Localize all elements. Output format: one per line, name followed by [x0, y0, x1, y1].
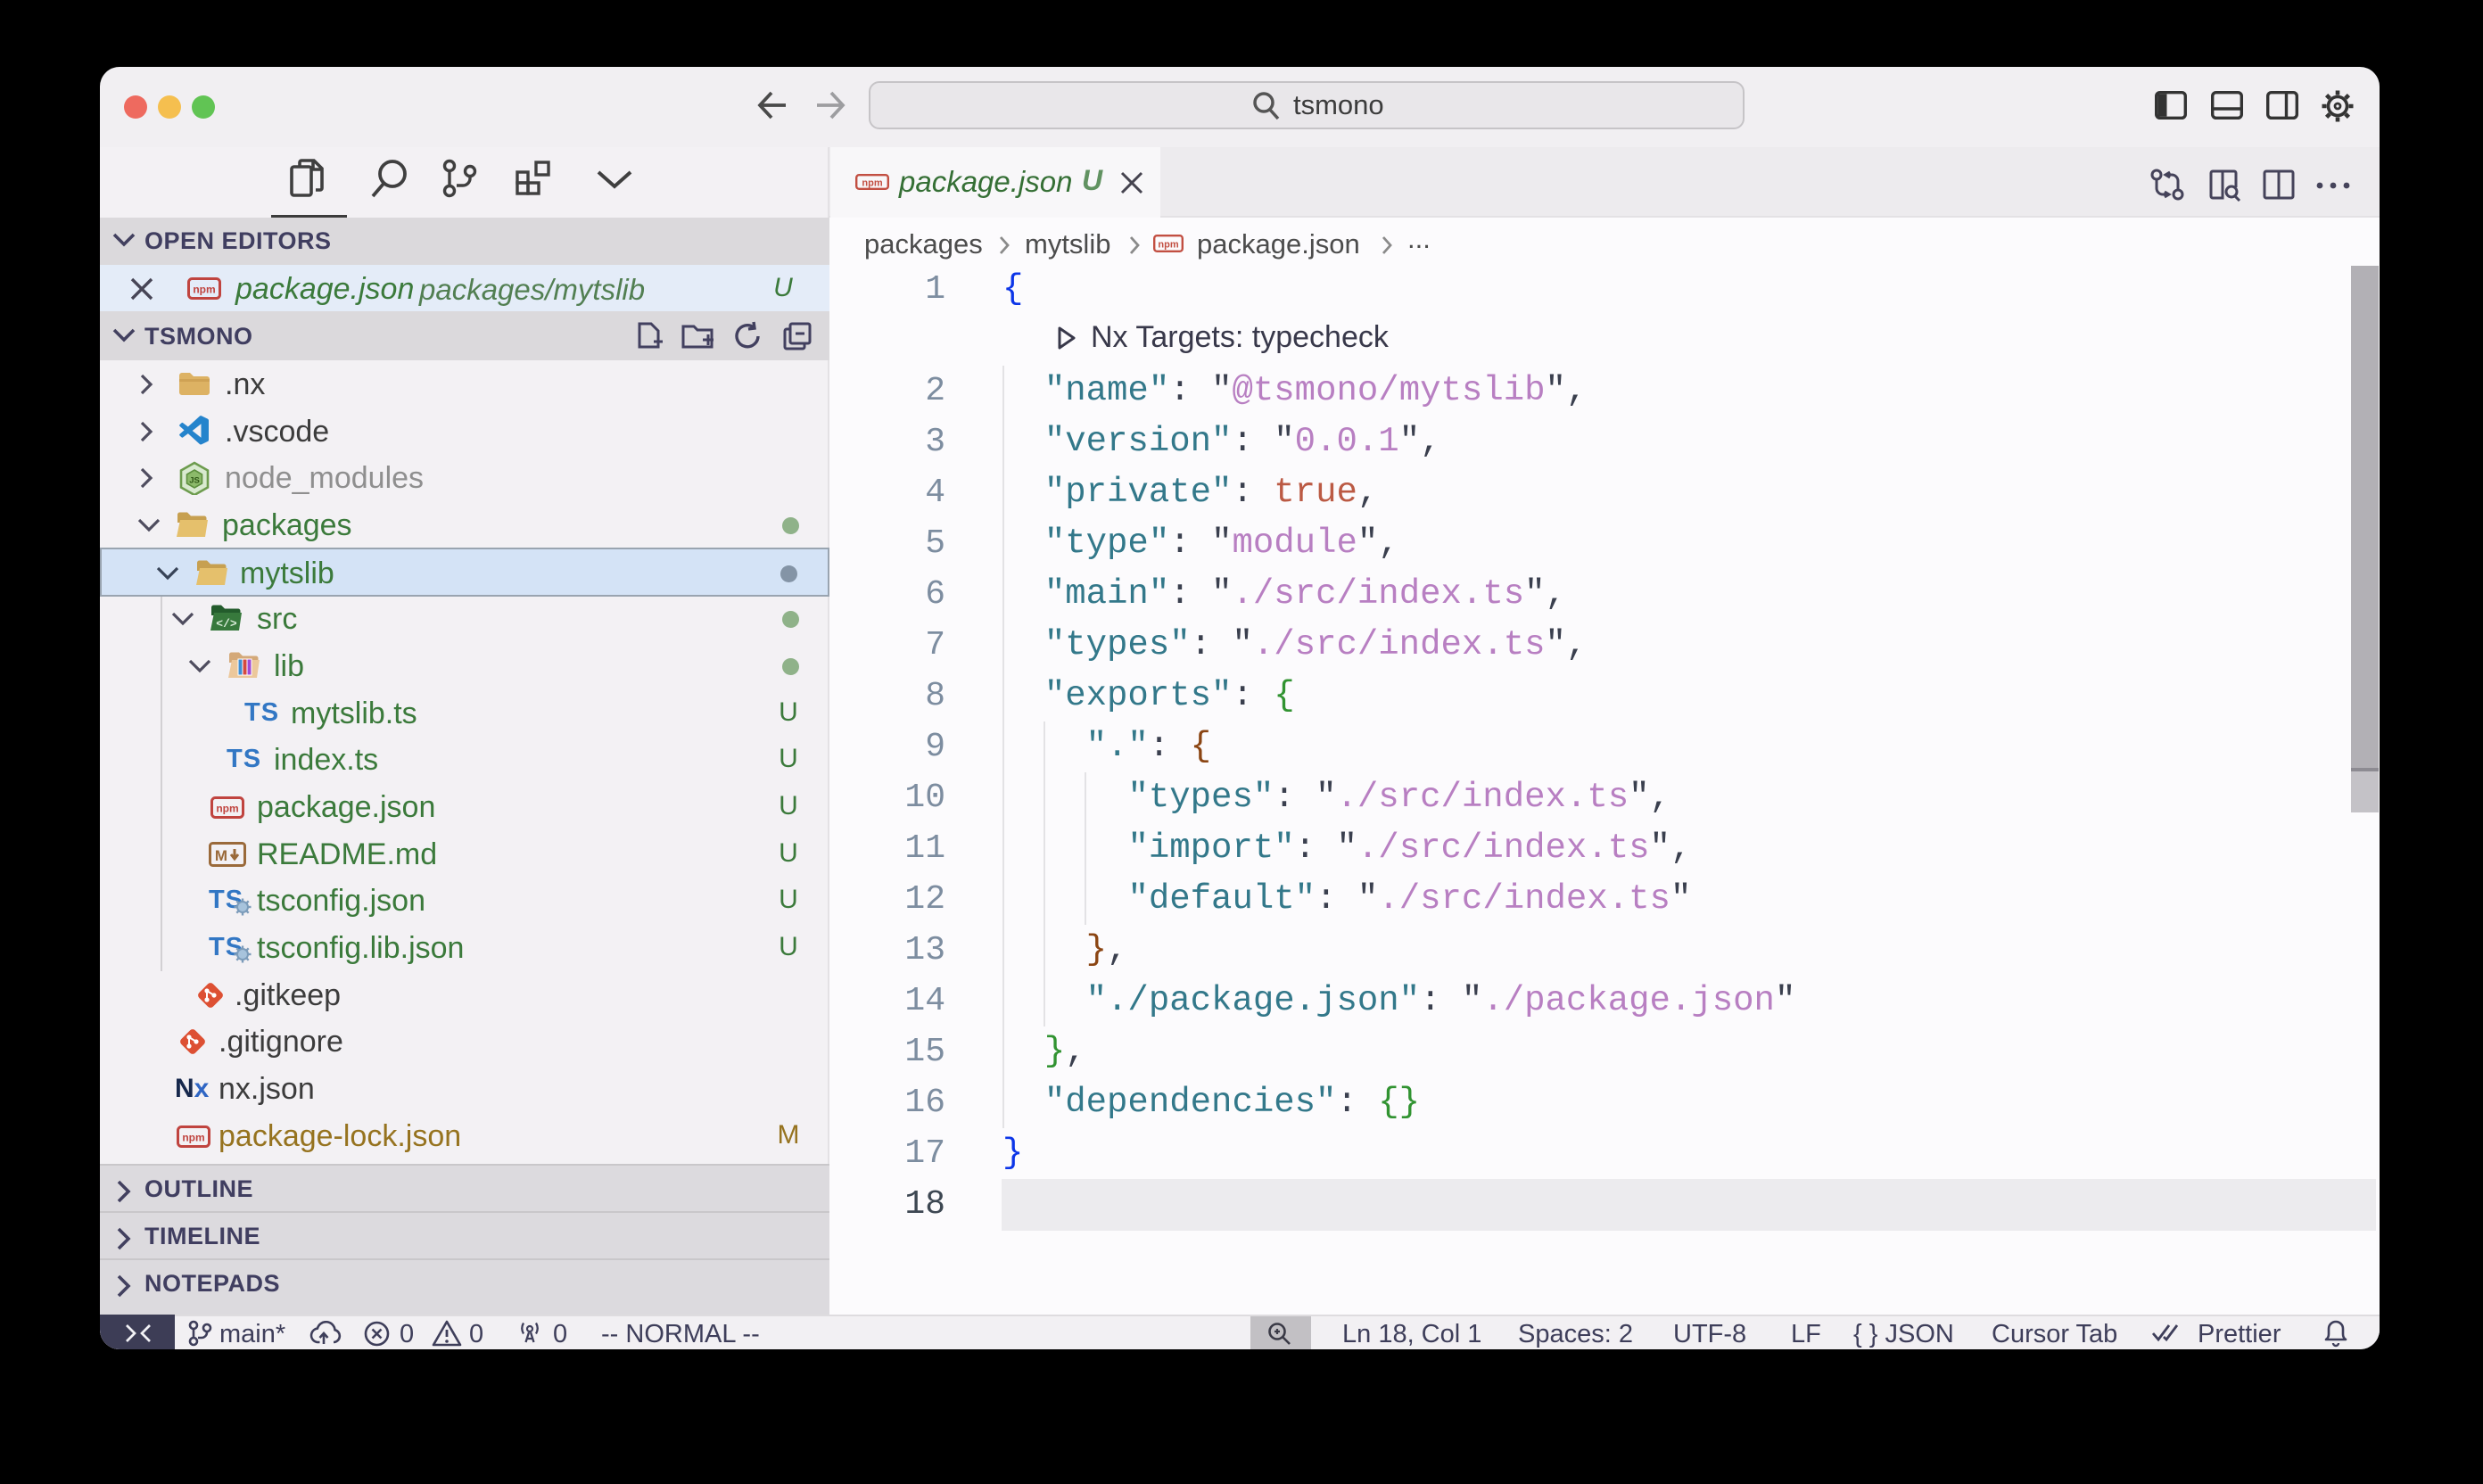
svg-text:npm: npm	[862, 178, 882, 189]
svg-text:npm: npm	[216, 803, 238, 815]
svg-text:npm: npm	[182, 1132, 204, 1144]
svg-text:M: M	[215, 847, 227, 864]
svg-text:npm: npm	[1158, 240, 1178, 251]
svg-text:JS: JS	[189, 476, 200, 486]
svg-text:</>: </>	[216, 617, 237, 631]
svg-text:npm: npm	[193, 284, 215, 296]
